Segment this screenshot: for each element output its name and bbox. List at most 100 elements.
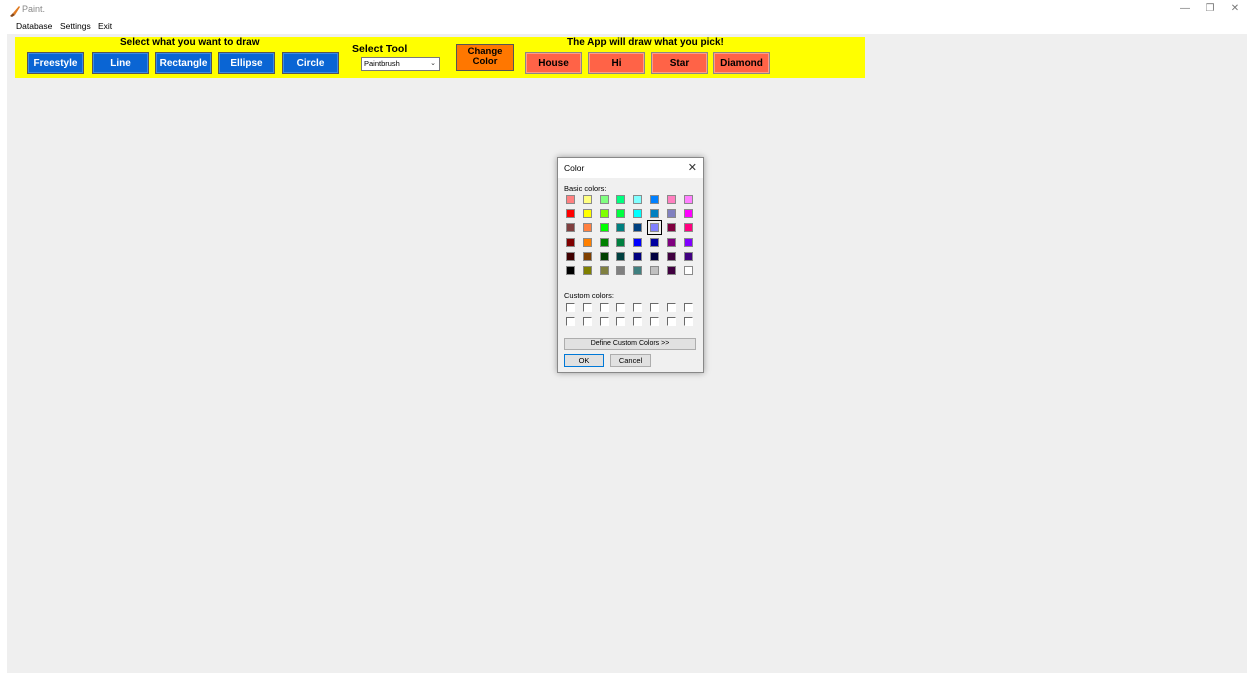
tool-select[interactable]: Paintbrush ⌄ xyxy=(361,57,440,71)
basic-color-swatch[interactable] xyxy=(633,209,643,219)
circle-button[interactable]: Circle xyxy=(282,52,339,74)
freestyle-button[interactable]: Freestyle xyxy=(27,52,84,74)
custom-color-swatch[interactable] xyxy=(599,317,609,326)
define-custom-colors-button[interactable]: Define Custom Colors >> xyxy=(564,338,696,350)
basic-color-swatch[interactable] xyxy=(582,237,592,247)
menu-settings[interactable]: Settings xyxy=(60,21,91,31)
dialog-title-bar: Color ✕ xyxy=(558,158,703,178)
basic-color-swatch[interactable] xyxy=(633,266,643,275)
basic-color-swatch[interactable] xyxy=(582,223,592,233)
basic-color-swatch[interactable] xyxy=(633,223,643,233)
chevron-down-icon: ⌄ xyxy=(430,60,436,67)
custom-color-swatch[interactable] xyxy=(582,317,592,326)
basic-color-swatch[interactable] xyxy=(683,195,693,204)
selected-color-swatch[interactable] xyxy=(647,220,662,236)
basic-color-swatch[interactable] xyxy=(666,195,676,204)
basic-color-swatch[interactable] xyxy=(582,209,592,219)
custom-colors-label: Custom colors: xyxy=(564,291,615,300)
draw-heading: Select what you want to draw xyxy=(120,37,260,48)
star-button[interactable]: Star xyxy=(651,52,708,74)
custom-color-swatch[interactable] xyxy=(616,317,626,326)
basic-color-swatch[interactable] xyxy=(566,251,575,261)
close-window-button[interactable]: ✕ xyxy=(1225,3,1245,17)
basic-color-swatch[interactable] xyxy=(599,237,609,247)
basic-color-swatch[interactable] xyxy=(566,195,575,204)
ok-button[interactable]: OK xyxy=(564,354,604,367)
change-color-line2: Color xyxy=(472,56,498,67)
basic-color-swatch[interactable] xyxy=(616,237,626,247)
basic-colors-label: Basic colors: xyxy=(564,184,607,193)
basic-color-swatch[interactable] xyxy=(582,266,592,275)
menu-exit[interactable]: Exit xyxy=(98,21,112,31)
basic-color-swatch[interactable] xyxy=(683,266,693,275)
custom-color-swatch[interactable] xyxy=(683,303,693,312)
menu-database[interactable]: Database xyxy=(16,21,52,31)
custom-color-swatch[interactable] xyxy=(650,317,659,326)
line-button[interactable]: Line xyxy=(92,52,149,74)
basic-color-swatch[interactable] xyxy=(666,266,676,275)
toolbar-panel: Select what you want to draw Freestyle L… xyxy=(15,37,865,78)
custom-color-swatch[interactable] xyxy=(582,303,592,312)
basic-color-swatch[interactable] xyxy=(666,251,676,261)
custom-color-swatch[interactable] xyxy=(650,303,659,312)
cancel-button[interactable]: Cancel xyxy=(610,354,651,367)
menu-bar: Database Settings Exit xyxy=(0,20,1253,34)
basic-color-swatch[interactable] xyxy=(582,251,592,261)
custom-color-swatch[interactable] xyxy=(633,303,643,312)
basic-color-swatch[interactable] xyxy=(566,237,575,247)
custom-color-swatch[interactable] xyxy=(566,303,575,312)
basic-color-swatch[interactable] xyxy=(683,237,693,247)
custom-color-swatch[interactable] xyxy=(666,317,676,326)
house-button[interactable]: House xyxy=(525,52,582,74)
custom-color-swatch[interactable] xyxy=(599,303,609,312)
paint-brush-icon xyxy=(10,6,20,17)
basic-color-swatch[interactable] xyxy=(633,195,643,204)
basic-color-swatch[interactable] xyxy=(650,237,659,247)
basic-color-swatch[interactable] xyxy=(616,251,626,261)
basic-color-swatch[interactable] xyxy=(666,209,676,219)
basic-color-swatch[interactable] xyxy=(650,266,659,275)
basic-color-swatch[interactable] xyxy=(582,195,592,204)
color-dialog: Color ✕ Basic colors: Custom colors: Def… xyxy=(557,157,704,373)
basic-color-swatch[interactable] xyxy=(650,195,659,204)
basic-color-swatch[interactable] xyxy=(683,209,693,219)
tool-select-value: Paintbrush xyxy=(364,59,400,68)
basic-color-swatch[interactable] xyxy=(566,266,575,275)
basic-color-swatch[interactable] xyxy=(666,237,676,247)
basic-color-swatch[interactable] xyxy=(683,223,693,233)
basic-color-swatch[interactable] xyxy=(599,209,609,219)
custom-color-swatch[interactable] xyxy=(633,317,643,326)
hi-button[interactable]: Hi xyxy=(588,52,645,74)
basic-color-swatch[interactable] xyxy=(633,251,643,261)
basic-color-swatch[interactable] xyxy=(633,237,643,247)
diamond-button[interactable]: Diamond xyxy=(713,52,770,74)
basic-color-swatch[interactable] xyxy=(650,251,659,261)
restore-button[interactable]: ❐ xyxy=(1200,3,1220,17)
minimize-button[interactable]: — xyxy=(1175,3,1195,17)
close-icon[interactable]: ✕ xyxy=(688,161,697,174)
custom-color-swatch[interactable] xyxy=(616,303,626,312)
basic-color-swatch[interactable] xyxy=(566,209,575,219)
basic-color-swatch[interactable] xyxy=(650,209,659,219)
custom-color-swatch[interactable] xyxy=(566,317,575,326)
title-bar: Paint. — ❐ ✕ xyxy=(0,0,1253,20)
basic-color-swatch[interactable] xyxy=(616,223,626,233)
basic-color-swatch[interactable] xyxy=(566,223,575,233)
basic-color-swatch[interactable] xyxy=(616,195,626,204)
basic-color-swatch[interactable] xyxy=(599,223,609,233)
tool-heading: Select Tool xyxy=(352,43,408,55)
basic-color-swatch[interactable] xyxy=(599,266,609,275)
basic-color-swatch[interactable] xyxy=(616,209,626,219)
custom-color-swatch[interactable] xyxy=(666,303,676,312)
ellipse-button[interactable]: Ellipse xyxy=(218,52,275,74)
basic-color-swatch[interactable] xyxy=(616,266,626,275)
basic-color-swatch[interactable] xyxy=(666,223,676,233)
rectangle-button[interactable]: Rectangle xyxy=(155,52,212,74)
basic-color-swatch[interactable] xyxy=(599,195,609,204)
basic-color-swatch[interactable] xyxy=(683,251,693,261)
window-title: Paint. xyxy=(22,4,46,14)
dialog-title: Color xyxy=(564,163,585,173)
change-color-button[interactable]: Change Color xyxy=(456,44,514,71)
custom-color-swatch[interactable] xyxy=(683,317,693,326)
basic-color-swatch[interactable] xyxy=(599,251,609,261)
